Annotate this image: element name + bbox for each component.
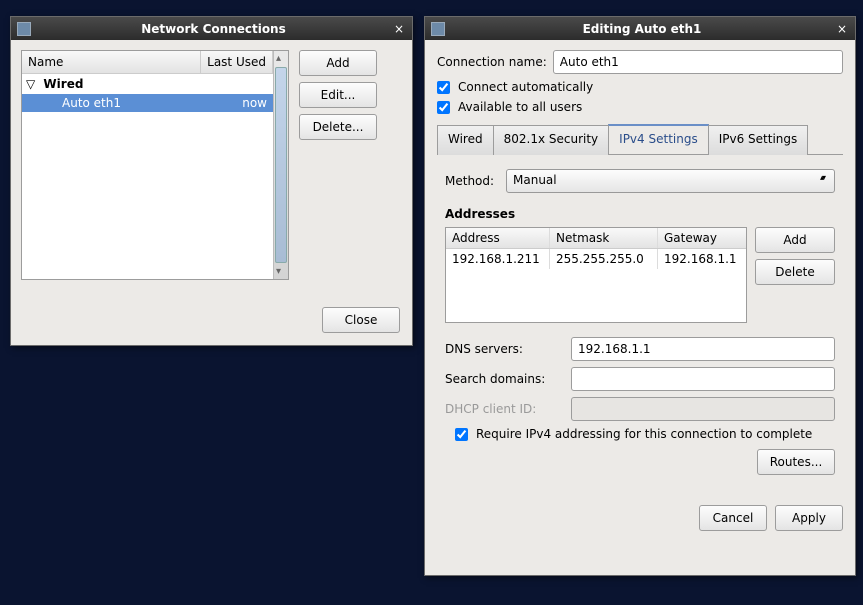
list-item[interactable]: Auto eth1 now (22, 94, 273, 112)
addresses-label: Addresses (445, 207, 835, 221)
col-last-used[interactable]: Last Used (201, 51, 273, 73)
method-value: Manual (513, 173, 557, 187)
delete-button[interactable]: Delete... (299, 114, 377, 140)
col-name[interactable]: Name (22, 51, 201, 73)
all-users-label: Available to all users (458, 100, 582, 114)
window-icon (431, 22, 445, 36)
close-icon[interactable]: × (835, 22, 849, 36)
ed-titlebar[interactable]: Editing Auto eth1 × (425, 17, 855, 40)
method-select[interactable]: Manual (506, 169, 835, 193)
window-icon (17, 22, 31, 36)
search-domains-input[interactable] (571, 367, 835, 391)
address-table[interactable]: Address Netmask Gateway 192.168.1.211 25… (445, 227, 747, 323)
scrollbar[interactable] (273, 51, 288, 279)
tab-wired[interactable]: Wired (437, 125, 494, 155)
search-domains-label: Search domains: (445, 372, 565, 386)
tab-8021x[interactable]: 802.1x Security (493, 125, 610, 155)
conn-name-input[interactable] (553, 50, 843, 74)
dns-label: DNS servers: (445, 342, 565, 356)
cancel-button[interactable]: Cancel (699, 505, 767, 531)
require-ipv4-label: Require IPv4 addressing for this connect… (476, 427, 812, 441)
require-ipv4-checkbox[interactable] (455, 428, 468, 441)
nc-button-stack: Add Edit... Delete... (299, 50, 377, 280)
nc-body: Name Last Used ▽ Wired Auto eth1 now Add… (11, 40, 412, 290)
apply-button[interactable]: Apply (775, 505, 843, 531)
addr-delete-button[interactable]: Delete (755, 259, 835, 285)
dhcp-client-label: DHCP client ID: (445, 402, 565, 416)
cell-netmask: 255.255.255.0 (550, 249, 658, 269)
all-users-checkbox[interactable] (437, 101, 450, 114)
tab-ipv4[interactable]: IPv4 Settings (608, 124, 709, 154)
nc-title: Network Connections (35, 22, 392, 36)
nc-titlebar[interactable]: Network Connections × (11, 17, 412, 40)
connect-auto-checkbox[interactable] (437, 81, 450, 94)
edit-button[interactable]: Edit... (299, 82, 377, 108)
tab-ipv6[interactable]: IPv6 Settings (708, 125, 809, 155)
table-row[interactable]: 192.168.1.211 255.255.255.0 192.168.1.1 (446, 249, 746, 269)
conn-name-label: Connection name: (437, 55, 547, 69)
group-label: Wired (43, 77, 83, 91)
col-gateway[interactable]: Gateway (658, 228, 746, 248)
col-netmask[interactable]: Netmask (550, 228, 658, 248)
method-label: Method: (445, 174, 500, 188)
list-header: Name Last Used (22, 51, 273, 74)
chevron-down-icon: ▽ (26, 77, 35, 91)
cell-gateway: 192.168.1.1 (658, 249, 746, 269)
dhcp-client-input (571, 397, 835, 421)
item-name: Auto eth1 (62, 96, 242, 110)
network-connections-window: Network Connections × Name Last Used ▽ W… (10, 16, 413, 346)
close-icon[interactable]: × (392, 22, 406, 36)
addr-add-button[interactable]: Add (755, 227, 835, 253)
group-wired[interactable]: ▽ Wired (22, 74, 273, 94)
dialog-actions: Cancel Apply (425, 495, 855, 543)
ipv4-panel: Method: Manual Addresses Address Netmask… (437, 155, 843, 485)
item-last-used: now (242, 96, 267, 110)
connect-auto-label: Connect automatically (458, 80, 593, 94)
dns-input[interactable] (571, 337, 835, 361)
editing-window: Editing Auto eth1 × Connection name: Con… (424, 16, 856, 576)
ed-title: Editing Auto eth1 (449, 22, 835, 36)
col-address[interactable]: Address (446, 228, 550, 248)
ed-body: Connection name: Connect automatically A… (425, 40, 855, 495)
close-button[interactable]: Close (322, 307, 400, 333)
scroll-thumb[interactable] (275, 67, 287, 263)
tabs: Wired 802.1x Security IPv4 Settings IPv6… (437, 124, 843, 155)
add-button[interactable]: Add (299, 50, 377, 76)
connections-list[interactable]: Name Last Used ▽ Wired Auto eth1 now (21, 50, 289, 280)
cell-address: 192.168.1.211 (446, 249, 550, 269)
routes-button[interactable]: Routes... (757, 449, 835, 475)
